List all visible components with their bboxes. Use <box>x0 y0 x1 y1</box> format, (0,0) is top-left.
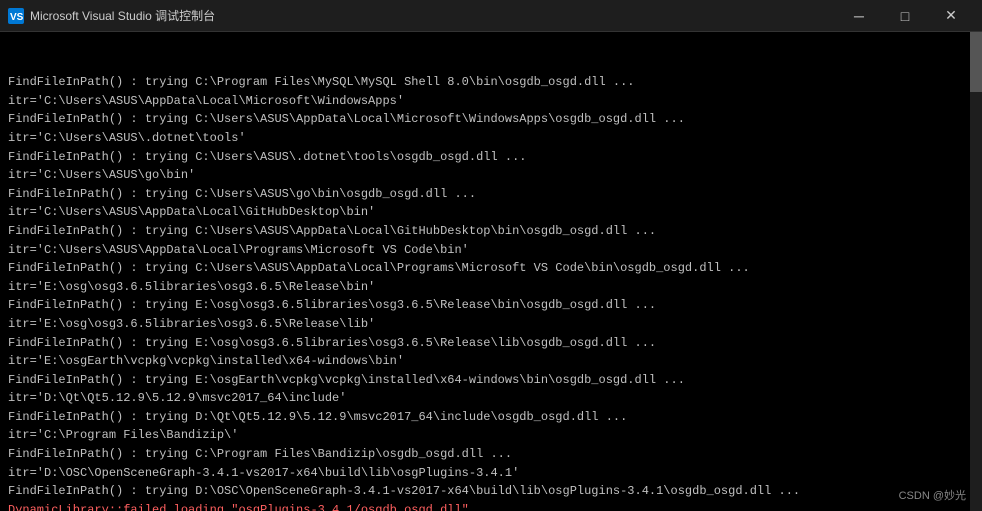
console-line: itr='E:\osgEarth\vcpkg\vcpkg\installed\x… <box>8 352 974 371</box>
console-line: FindFileInPath() : trying C:\Program Fil… <box>8 73 974 92</box>
minimize-button[interactable]: ─ <box>836 0 882 32</box>
console-lines: FindFileInPath() : trying C:\Program Fil… <box>8 36 974 511</box>
title-bar: VS Microsoft Visual Studio 调试控制台 ─ □ ✕ <box>0 0 982 32</box>
console-line: FindFileInPath() : trying C:\Users\ASUS\… <box>8 148 974 167</box>
console-line: FindFileInPath() : trying C:\Users\ASUS\… <box>8 259 974 278</box>
console-line: FindFileInPath() : trying C:\Users\ASUS\… <box>8 185 974 204</box>
maximize-button[interactable]: □ <box>882 0 928 32</box>
title-bar-text: Microsoft Visual Studio 调试控制台 <box>30 7 836 24</box>
close-button[interactable]: ✕ <box>928 0 974 32</box>
console-line: itr='E:\osg\osg3.6.5libraries\osg3.6.5\R… <box>8 278 974 297</box>
scrollbar-thumb[interactable] <box>970 32 982 92</box>
console-line: itr='D:\OSC\OpenSceneGraph-3.4.1-vs2017-… <box>8 464 974 483</box>
console-line: itr='C:\Program Files\Bandizip\' <box>8 426 974 445</box>
console-line: FindFileInPath() : trying D:\Qt\Qt5.12.9… <box>8 408 974 427</box>
console-line: DynamicLibrary::failed loading "osgPlugi… <box>8 501 974 511</box>
console-line: FindFileInPath() : trying C:\Users\ASUS\… <box>8 110 974 129</box>
vs-debug-console-window: VS Microsoft Visual Studio 调试控制台 ─ □ ✕ F… <box>0 0 982 511</box>
console-line: itr='C:\Users\ASUS\AppData\Local\GitHubD… <box>8 203 974 222</box>
scrollbar[interactable] <box>970 32 982 511</box>
console-line: itr='C:\Users\ASUS\go\bin' <box>8 166 974 185</box>
console-line: itr='D:\Qt\Qt5.12.9\5.12.9\msvc2017_64\i… <box>8 389 974 408</box>
console-line: itr='C:\Users\ASUS\AppData\Local\Microso… <box>8 92 974 111</box>
console-line: itr='C:\Users\ASUS\AppData\Local\Program… <box>8 241 974 260</box>
console-line: itr='E:\osg\osg3.6.5libraries\osg3.6.5\R… <box>8 315 974 334</box>
watermark: CSDN @妙光 <box>899 487 966 503</box>
console-line: itr='C:\Users\ASUS\.dotnet\tools' <box>8 129 974 148</box>
console-line: FindFileInPath() : trying C:\Program Fil… <box>8 445 974 464</box>
console-line: FindFileInPath() : trying D:\OSC\OpenSce… <box>8 482 974 501</box>
vs-icon: VS <box>8 8 24 24</box>
console-line: FindFileInPath() : trying E:\osgEarth\vc… <box>8 371 974 390</box>
title-bar-controls: ─ □ ✕ <box>836 0 974 32</box>
console-line: FindFileInPath() : trying E:\osg\osg3.6.… <box>8 334 974 353</box>
console-line: FindFileInPath() : trying C:\Users\ASUS\… <box>8 222 974 241</box>
console-output: FindFileInPath() : trying C:\Program Fil… <box>0 32 982 511</box>
svg-text:VS: VS <box>10 12 24 23</box>
console-line: FindFileInPath() : trying E:\osg\osg3.6.… <box>8 296 974 315</box>
